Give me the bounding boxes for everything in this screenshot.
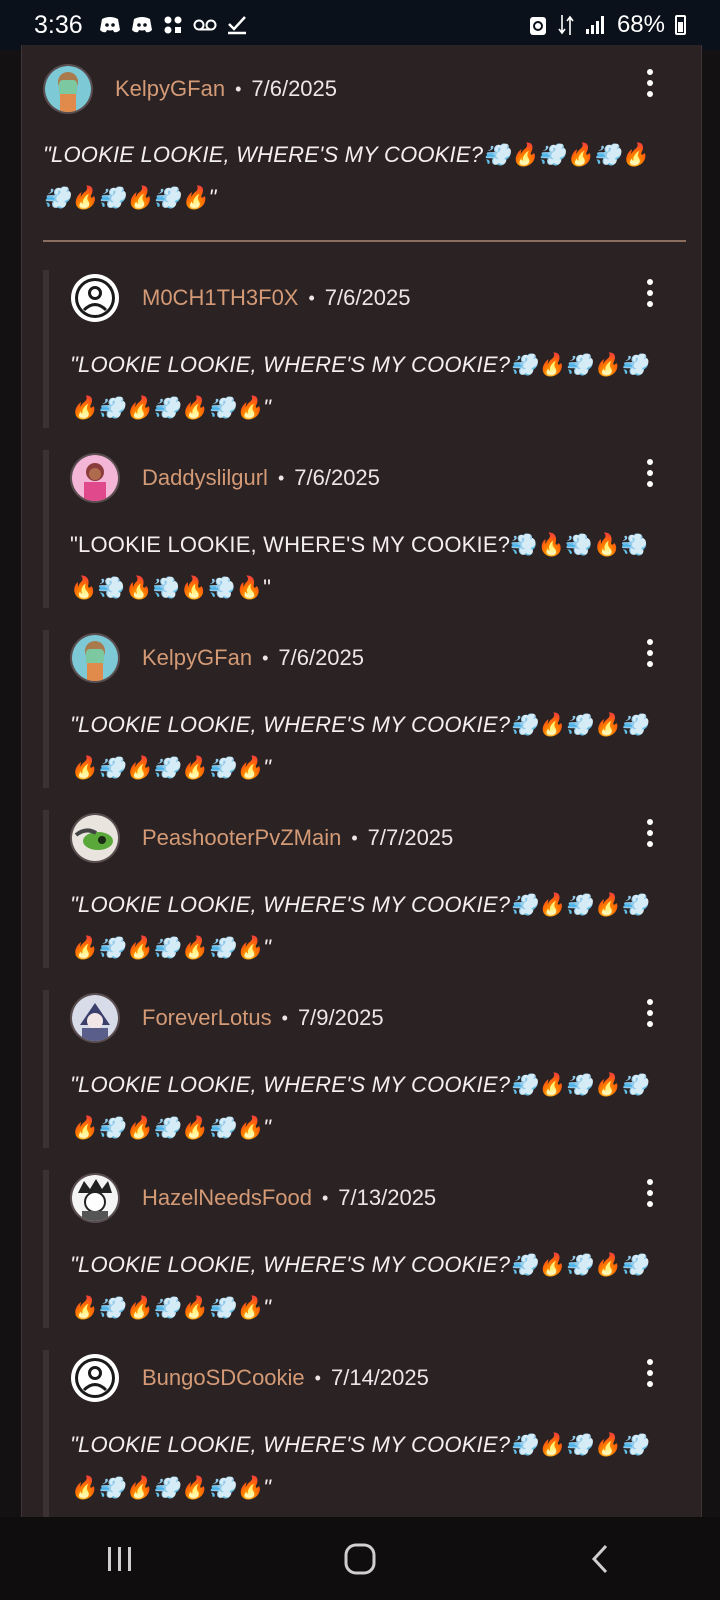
home-icon[interactable]	[330, 1529, 390, 1589]
recents-icon[interactable]	[90, 1529, 150, 1589]
separator-dot: •	[281, 1007, 288, 1028]
comment-text: "LOOKIE LOOKIE, WHERE'S MY COOKIE?💨🔥💨🔥💨🔥…	[43, 142, 649, 210]
comment-date: 7/9/2025	[297, 1005, 384, 1030]
reply-thread-line	[43, 990, 49, 1148]
reply-thread-line	[43, 450, 49, 608]
voicemail-icon	[193, 19, 217, 31]
reply-thread-line	[43, 270, 49, 428]
comment-text: "LOOKIE LOOKIE, WHERE'S MY COOKIE?💨🔥💨🔥💨🔥…	[70, 1072, 649, 1140]
comment-date: 7/13/2025	[338, 1185, 437, 1210]
avatar[interactable]	[70, 633, 120, 683]
username[interactable]: KelpyGFan	[115, 76, 225, 102]
more-options-icon[interactable]	[638, 1353, 662, 1393]
avatar[interactable]	[43, 64, 93, 114]
username[interactable]: M0CH1TH3F0X	[142, 285, 298, 311]
separator-dot: •	[235, 78, 242, 99]
comment-date: 7/6/2025	[324, 285, 411, 310]
comment-date: 7/7/2025	[367, 825, 454, 850]
more-options-icon[interactable]	[638, 273, 662, 313]
username[interactable]: BungoSDCookie	[142, 1365, 305, 1391]
discord-icon	[131, 17, 152, 33]
reply-thread-line	[43, 630, 49, 788]
more-options-icon[interactable]	[638, 813, 662, 853]
comment-text: "LOOKIE LOOKIE, WHERE'S MY COOKIE?💨🔥💨🔥💨🔥…	[70, 712, 649, 780]
discord-icon	[99, 17, 120, 33]
comment-text: "LOOKIE LOOKIE, WHERE'S MY COOKIE?💨🔥💨🔥💨🔥…	[70, 352, 649, 420]
separator-dot: •	[262, 647, 269, 668]
username[interactable]: ForeverLotus	[142, 1005, 272, 1031]
default-avatar-icon[interactable]	[70, 1353, 120, 1403]
username[interactable]: HazelNeedsFood	[142, 1185, 312, 1211]
signal-icon	[585, 16, 604, 34]
reply-thread-line	[43, 810, 49, 968]
reply-thread-line	[43, 1350, 49, 1517]
separator-dot: •	[314, 1367, 321, 1388]
app-icon	[164, 16, 182, 34]
check-icon	[227, 16, 246, 35]
default-avatar-icon[interactable]	[70, 273, 120, 323]
data-arrows-icon	[558, 15, 574, 35]
more-options-icon[interactable]	[638, 633, 662, 673]
status-bar: 3:36 68%	[0, 0, 720, 50]
avatar[interactable]	[70, 453, 120, 503]
divider	[43, 240, 686, 242]
reply-thread-line	[43, 1170, 49, 1328]
more-options-icon[interactable]	[638, 1173, 662, 1213]
navigation-bar	[0, 1517, 720, 1600]
avatar[interactable]	[70, 1173, 120, 1223]
separator-dot: •	[308, 287, 315, 308]
separator-dot: •	[321, 1187, 329, 1208]
comment: KelpyGFan • 7/6/2025 "LOOKIE LOOKIE, WHE…	[22, 45, 701, 245]
system-icons: 68%	[529, 11, 686, 39]
comment-date: 7/6/2025	[251, 76, 338, 101]
username[interactable]: PeashooterPvZMain	[142, 825, 341, 851]
comment-text: "LOOKIE LOOKIE, WHERE'S MY COOKIE?💨🔥💨🔥💨🔥…	[70, 892, 649, 960]
avatar[interactable]	[70, 813, 120, 863]
comment-thread: KelpyGFan • 7/6/2025 "LOOKIE LOOKIE, WHE…	[21, 45, 702, 1517]
username[interactable]: KelpyGFan	[142, 645, 252, 671]
status-time: 3:36	[34, 10, 83, 39]
separator-dot: •	[277, 467, 285, 488]
comment-date: 7/6/2025	[294, 465, 380, 490]
comment-text: "LOOKIE LOOKIE, WHERE'S MY COOKIE?💨🔥💨🔥💨🔥…	[70, 1252, 649, 1320]
recycle-icon	[529, 17, 546, 35]
battery-icon	[675, 15, 686, 35]
back-icon[interactable]	[570, 1529, 630, 1589]
more-options-icon[interactable]	[638, 993, 662, 1033]
separator-dot: •	[351, 827, 358, 848]
more-options-icon[interactable]	[638, 453, 662, 493]
comment-text: "LOOKIE LOOKIE, WHERE'S MY COOKIE?💨🔥💨🔥💨🔥…	[70, 532, 649, 600]
more-options-icon[interactable]	[638, 63, 662, 103]
battery-percent: 68%	[616, 11, 665, 38]
username[interactable]: Daddyslilgurl	[142, 465, 268, 491]
comment-date: 7/14/2025	[330, 1365, 429, 1390]
notification-icons	[99, 15, 247, 35]
avatar[interactable]	[70, 993, 120, 1043]
comment-date: 7/6/2025	[278, 645, 365, 670]
comment-text: "LOOKIE LOOKIE, WHERE'S MY COOKIE?💨🔥💨🔥💨🔥…	[70, 1432, 649, 1500]
